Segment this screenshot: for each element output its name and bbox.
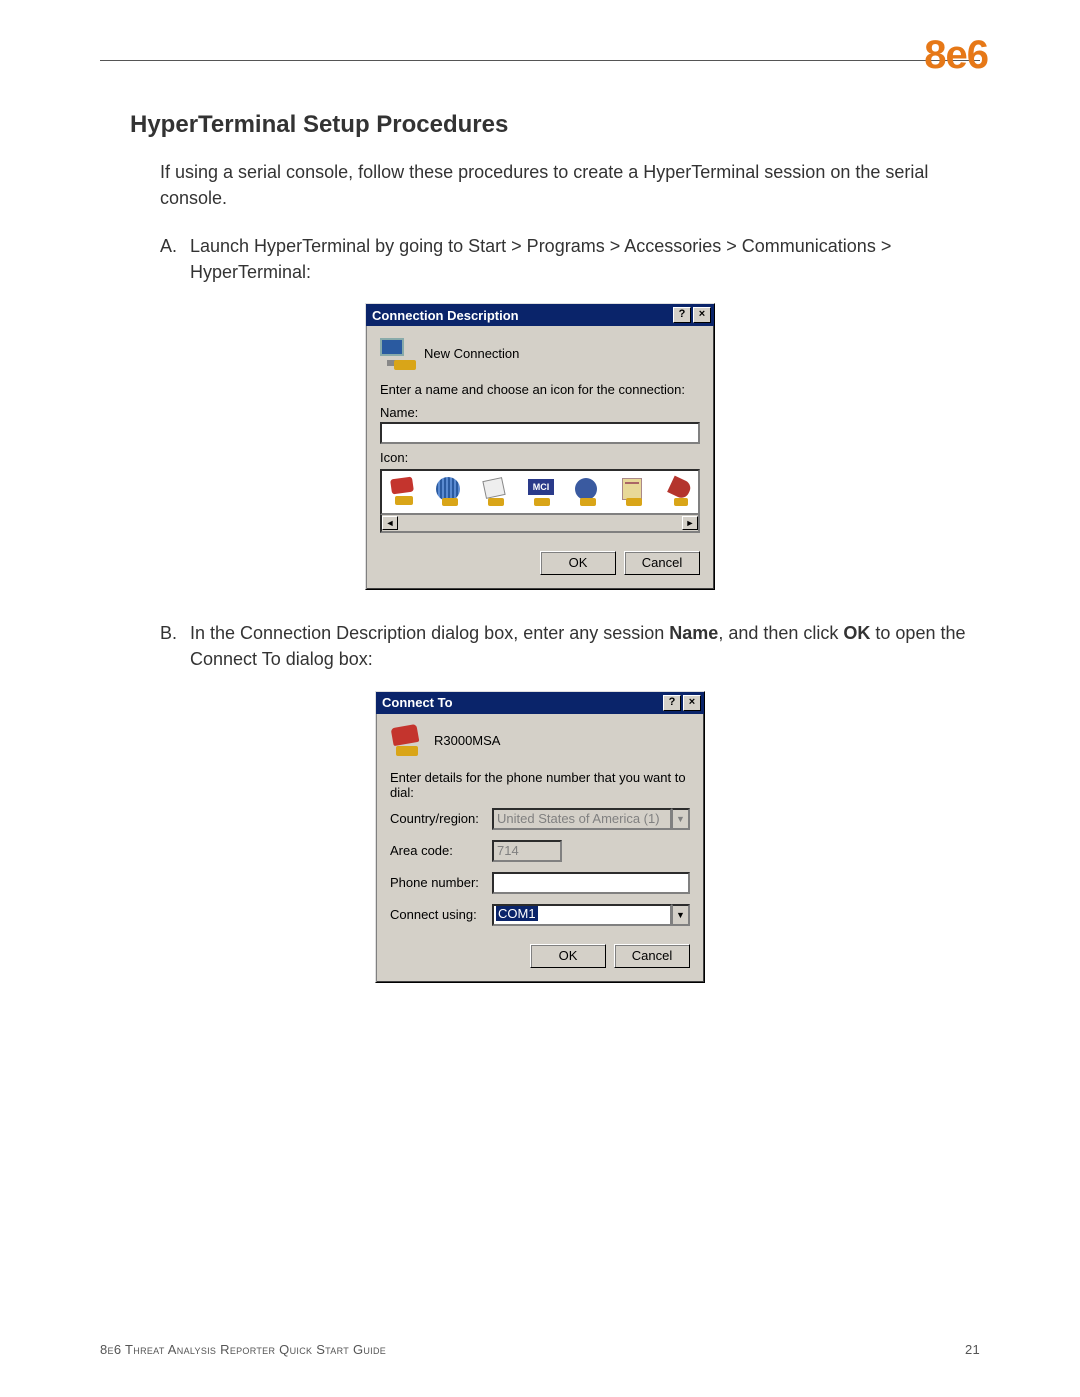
connection-description-dialog: Connection Description ? × New Connectio… [365, 303, 715, 590]
connect-using-combo[interactable]: COM1 ▼ [492, 904, 690, 926]
connection-icon-option-2[interactable] [432, 476, 468, 508]
step-b-bold-ok: OK [843, 623, 870, 643]
dialog2-title: Connect To [382, 695, 453, 710]
icon-label: Icon: [380, 450, 700, 465]
cancel-button[interactable]: Cancel [614, 944, 690, 968]
dialog1-prompt: Enter a name and choose an icon for the … [380, 382, 700, 397]
connect-using-value: COM1 [492, 904, 672, 926]
connect-using-label: Connect using: [390, 907, 484, 922]
phone-number-label: Phone number: [390, 875, 484, 890]
dialog1-title: Connection Description [372, 308, 519, 323]
dialog2-titlebar[interactable]: Connect To ? × [376, 692, 704, 714]
close-button[interactable]: × [683, 695, 701, 711]
dialog2-prompt: Enter details for the phone number that … [390, 770, 690, 800]
name-label: Name: [380, 405, 700, 420]
icon-scrollbar[interactable]: ◄ ► [380, 515, 700, 533]
page-footer: 8e6 Threat Analysis Reporter Quick Start… [100, 1342, 980, 1357]
step-b-bold-name: Name [669, 623, 718, 643]
chevron-down-icon[interactable]: ▼ [672, 904, 690, 926]
step-b-text: In the Connection Description dialog box… [190, 620, 980, 672]
connection-icon-option-6[interactable] [616, 476, 652, 508]
country-label: Country/region: [390, 811, 484, 826]
country-combo[interactable]: United States of America (1) ▼ [492, 808, 690, 830]
dialog1-heading: New Connection [424, 346, 519, 361]
step-b-prefix: In the Connection Description dialog box… [190, 623, 669, 643]
connect-to-dialog: Connect To ? × R3000MSA Enter details fo… [375, 691, 705, 983]
icon-picker[interactable]: MCI [380, 469, 700, 515]
connection-phone-icon [390, 726, 424, 756]
scroll-right-button[interactable]: ► [682, 516, 698, 530]
step-b-mid: , and then click [718, 623, 843, 643]
new-connection-icon [380, 338, 414, 368]
footer-title: 8e6 Threat Analysis Reporter Quick Start… [100, 1342, 386, 1357]
help-button[interactable]: ? [673, 307, 691, 323]
connection-icon-option-3[interactable] [478, 476, 514, 508]
connection-icon-option-4[interactable]: MCI [524, 476, 560, 508]
phone-number-input[interactable] [492, 872, 690, 894]
step-b-marker: B. [160, 620, 190, 672]
country-value: United States of America (1) [492, 808, 672, 830]
dialog2-heading: R3000MSA [434, 733, 500, 748]
intro-text: If using a serial console, follow these … [160, 159, 980, 211]
page-number: 21 [965, 1342, 980, 1357]
ok-button[interactable]: OK [540, 551, 616, 575]
step-b: B. In the Connection Description dialog … [160, 620, 980, 672]
step-a: A. Launch HyperTerminal by going to Star… [160, 233, 980, 285]
connection-icon-option-1[interactable] [386, 476, 422, 508]
section-title: HyperTerminal Setup Procedures [130, 111, 980, 139]
area-code-label: Area code: [390, 843, 484, 858]
area-code-input[interactable] [492, 840, 562, 862]
connection-icon-option-5[interactable] [570, 476, 606, 508]
ok-button[interactable]: OK [530, 944, 606, 968]
cancel-button[interactable]: Cancel [624, 551, 700, 575]
connection-icon-option-7[interactable] [662, 476, 698, 508]
header-rule: 8e6 [100, 60, 980, 61]
name-input[interactable] [380, 422, 700, 444]
step-a-text: Launch HyperTerminal by going to Start >… [190, 233, 980, 285]
close-button[interactable]: × [693, 307, 711, 323]
step-a-marker: A. [160, 233, 190, 285]
scroll-left-button[interactable]: ◄ [382, 516, 398, 530]
chevron-down-icon[interactable]: ▼ [672, 808, 690, 830]
help-button[interactable]: ? [663, 695, 681, 711]
brand-logo: 8e6 [924, 33, 988, 78]
dialog1-titlebar[interactable]: Connection Description ? × [366, 304, 714, 326]
